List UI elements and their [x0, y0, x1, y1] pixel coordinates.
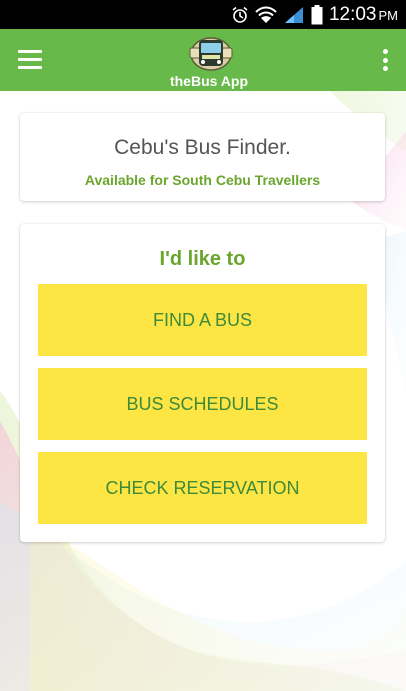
hamburger-menu-icon[interactable] — [18, 50, 42, 70]
app-bar: theBus App — [0, 29, 406, 91]
signal-icon — [283, 6, 305, 24]
more-vert-icon[interactable] — [380, 49, 390, 71]
app-title: theBus App — [169, 73, 249, 89]
finder-title: Cebu's Bus Finder. — [114, 136, 291, 159]
find-a-bus-button[interactable]: FIND A BUS — [38, 284, 367, 356]
finder-card: Cebu's Bus Finder. Available for South C… — [20, 113, 385, 201]
bus-logo-icon — [186, 34, 236, 72]
battery-icon — [311, 4, 323, 25]
check-reservation-button[interactable]: CHECK RESERVATION — [38, 452, 367, 524]
actions-card: I'd like to FIND A BUS BUS SCHEDULES CHE… — [20, 224, 385, 542]
alarm-icon — [231, 6, 249, 24]
status-time: 12:03 PM — [328, 3, 398, 25]
actions-heading: I'd like to — [159, 248, 246, 270]
status-bar: 12:03 PM — [0, 0, 406, 29]
bus-schedules-button[interactable]: BUS SCHEDULES — [38, 368, 367, 440]
wifi-icon — [255, 6, 277, 24]
finder-subtitle: Available for South Cebu Travellers — [84, 172, 321, 188]
